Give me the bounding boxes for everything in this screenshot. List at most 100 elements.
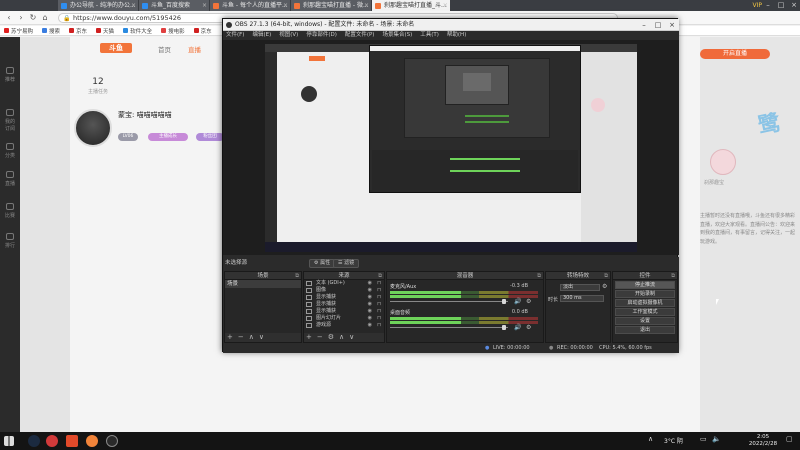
transition-settings-icon[interactable]: ⚙: [602, 283, 607, 290]
lock-icon[interactable]: ⊓: [377, 280, 381, 287]
left-nav-item[interactable]: 排行: [4, 233, 16, 253]
bookmark-item[interactable]: 苏宁易购: [4, 27, 33, 35]
exit-button[interactable]: 退出: [615, 326, 675, 334]
left-nav-item[interactable]: 比赛: [4, 203, 16, 223]
start-virtual-camera-button[interactable]: 启动虚拟摄像机: [615, 299, 675, 307]
volume-fader[interactable]: 🔊 ⚙: [390, 324, 538, 331]
move-up-icon[interactable]: ∧: [249, 333, 254, 342]
settings-button[interactable]: 设置: [615, 317, 675, 325]
lock-icon[interactable]: ⊓: [377, 322, 381, 329]
weather-widget[interactable]: 3°C 阴: [664, 436, 683, 445]
visibility-eye-icon[interactable]: ◉: [368, 308, 372, 315]
move-down-icon[interactable]: ∨: [259, 333, 264, 342]
volume-fader[interactable]: 🔊 ⚙: [390, 298, 538, 305]
notification-icon[interactable]: ▢: [786, 435, 796, 447]
speaker-icon[interactable]: 🔊: [514, 324, 521, 331]
menu-view[interactable]: 视图(V): [279, 31, 298, 40]
stop-streaming-button[interactable]: 停止推流: [615, 281, 675, 289]
tab-close-icon[interactable]: ×: [202, 0, 207, 11]
duration-input[interactable]: 300 ms: [560, 295, 604, 302]
nav-live[interactable]: 直播: [188, 44, 201, 54]
fans-badge[interactable]: 粉丝团: [196, 133, 224, 141]
lock-icon[interactable]: ⊓: [377, 294, 381, 301]
tab-close-icon[interactable]: ×: [283, 0, 288, 11]
netease-music-icon[interactable]: [46, 435, 58, 447]
anchor-avatar[interactable]: [74, 109, 112, 147]
tab-close-icon[interactable]: ×: [364, 0, 369, 11]
windows-start-icon[interactable]: [4, 436, 14, 446]
obs-preview[interactable]: [223, 40, 679, 255]
bookmark-item[interactable]: 天猫: [96, 27, 114, 35]
left-nav-item[interactable]: 分类: [4, 143, 16, 163]
back-icon[interactable]: ‹: [4, 13, 14, 23]
clock[interactable]: 2:05 2022/2/28: [740, 434, 786, 448]
source-settings-icon[interactable]: ⚙: [328, 333, 334, 342]
bookmark-item[interactable]: 京东: [193, 27, 212, 35]
visibility-eye-icon[interactable]: ◉: [368, 315, 372, 322]
source-item[interactable]: 显示捕获 ◉ ⊓: [304, 301, 384, 308]
scene-item[interactable]: 场景: [225, 280, 301, 288]
visibility-eye-icon[interactable]: ◉: [368, 287, 372, 294]
dock-float-icon[interactable]: ⧉: [604, 272, 608, 280]
lock-icon[interactable]: ⊓: [377, 308, 381, 315]
menu-scene-collection[interactable]: 场景集合(S): [382, 31, 412, 40]
move-down-icon[interactable]: ∨: [349, 333, 354, 342]
lock-icon[interactable]: ⊓: [377, 287, 381, 294]
douyu-icon[interactable]: [86, 435, 98, 447]
minimize-icon[interactable]: –: [762, 0, 774, 11]
douyu-logo[interactable]: 斗鱼: [100, 43, 132, 53]
tab-close-icon[interactable]: ×: [443, 0, 448, 11]
menu-docks[interactable]: 停靠部件(D): [306, 31, 337, 40]
bookmark-item[interactable]: 京东: [69, 27, 87, 35]
menu-help[interactable]: 帮助(H): [447, 31, 466, 40]
menu-profile[interactable]: 配置文件(P): [345, 31, 375, 40]
browser-icon[interactable]: [66, 435, 78, 447]
filters-button[interactable]: ☰ 滤镜: [333, 259, 360, 268]
visibility-eye-icon[interactable]: ◉: [368, 294, 372, 301]
bookmark-item[interactable]: 搜索: [42, 27, 60, 35]
speaker-icon[interactable]: 🔊: [514, 298, 521, 305]
left-nav-item[interactable]: 我的订阅: [4, 109, 16, 132]
browser-tab-active[interactable]: 刹那趣宝喵打直播_斗... ×: [372, 0, 450, 11]
steam-icon[interactable]: [28, 435, 40, 447]
dock-float-icon[interactable]: ⧉: [671, 272, 675, 280]
lock-icon[interactable]: ⊓: [377, 301, 381, 308]
visibility-eye-icon[interactable]: ◉: [368, 301, 372, 308]
forward-icon[interactable]: ›: [16, 13, 26, 23]
browser-tab[interactable]: 斗鱼 - 每个人的直播平... ×: [210, 0, 290, 11]
start-recording-button[interactable]: 开始录制: [615, 290, 675, 298]
nav-home[interactable]: 首页: [158, 44, 171, 54]
source-item[interactable]: 文本 (GDI+) ◉ ⊓: [304, 280, 384, 287]
bookmark-item[interactable]: 搜电影: [161, 27, 185, 35]
add-scene-icon[interactable]: +: [227, 333, 233, 342]
dock-float-icon[interactable]: ⧉: [537, 272, 541, 280]
visibility-eye-icon[interactable]: ◉: [368, 280, 372, 287]
move-up-icon[interactable]: ∧: [339, 333, 344, 342]
bookmark-item[interactable]: 软件大全: [123, 27, 152, 35]
obs-icon[interactable]: [106, 435, 118, 447]
home-icon[interactable]: ⌂: [40, 13, 50, 23]
tab-close-icon[interactable]: ×: [131, 0, 136, 11]
browser-tab[interactable]: 刹那趣宝喵打直播 - 微... ×: [291, 0, 371, 11]
gear-icon[interactable]: ⚙: [526, 298, 531, 305]
menu-file[interactable]: 文件(F): [226, 31, 244, 40]
network-icon[interactable]: ▭: [700, 435, 708, 447]
browser-tab[interactable]: 办公导航 - 纯净的办公... ×: [58, 0, 138, 11]
fader-knob[interactable]: [502, 325, 506, 330]
add-source-icon[interactable]: +: [306, 333, 312, 342]
remove-source-icon[interactable]: −: [317, 333, 323, 342]
growth-badge[interactable]: 主播成长: [148, 133, 188, 141]
obs-close-icon[interactable]: ×: [665, 19, 679, 31]
dock-float-icon[interactable]: ⧉: [295, 272, 299, 280]
left-nav-item[interactable]: 推荐: [4, 67, 16, 87]
obs-minimize-icon[interactable]: –: [637, 19, 651, 31]
start-live-button[interactable]: 开启直播: [700, 49, 770, 59]
properties-button[interactable]: ⚙ 属性: [309, 259, 336, 268]
source-item[interactable]: 显示捕获 ◉ ⊓: [304, 294, 384, 301]
obs-maximize-icon[interactable]: □: [651, 19, 665, 31]
visibility-eye-icon[interactable]: ◉: [368, 322, 372, 329]
source-item[interactable]: 显示捕获 ◉ ⊓: [304, 308, 384, 315]
fader-knob[interactable]: [502, 299, 506, 304]
source-item[interactable]: 图像 ◉ ⊓: [304, 287, 384, 294]
source-item[interactable]: 图片幻灯片 ◉ ⊓: [304, 315, 384, 322]
